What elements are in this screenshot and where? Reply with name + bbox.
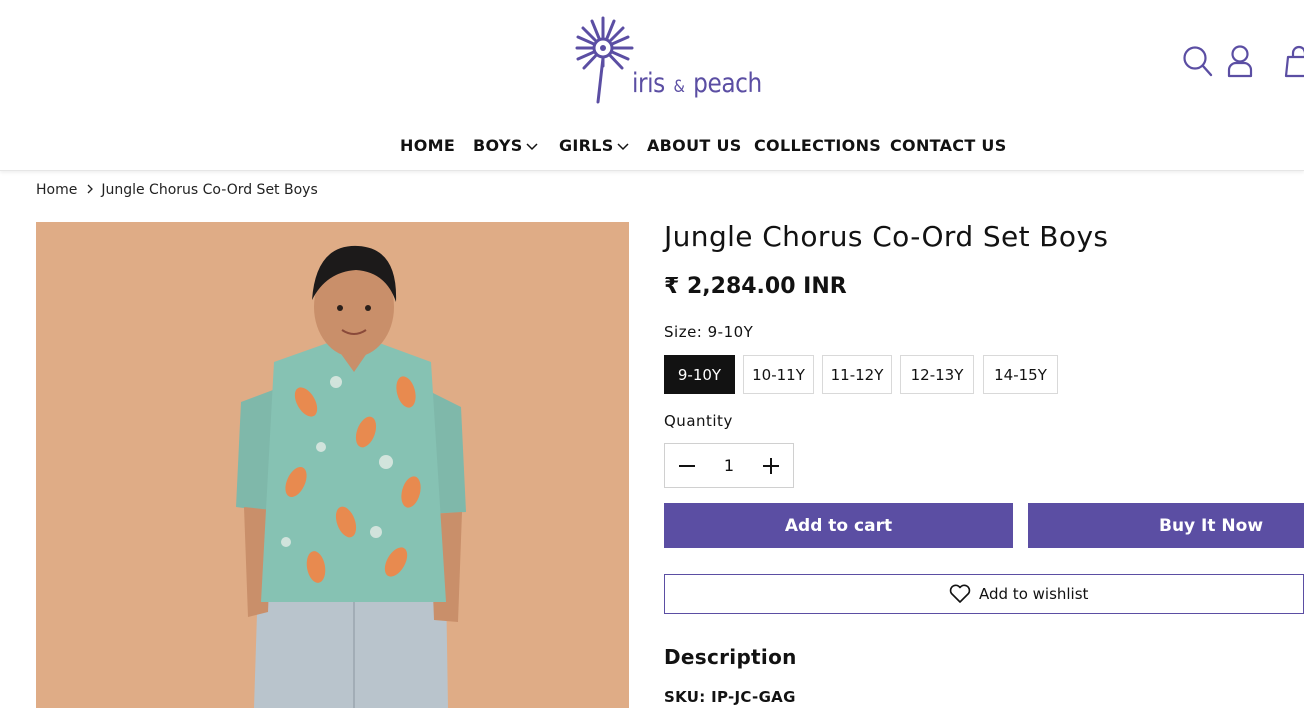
- size-option-11-12y[interactable]: 11-12Y: [822, 355, 892, 394]
- breadcrumb-current: Jungle Chorus Co-Ord Set Boys: [101, 182, 318, 198]
- chevron-right-icon: [87, 182, 94, 198]
- nav-item-label: BOYS: [473, 136, 523, 155]
- product-photo: [236, 245, 466, 708]
- quantity-stepper: 1: [664, 443, 794, 488]
- brand-word-iris: iris: [632, 68, 665, 99]
- nav-item-collections[interactable]: COLLECTIONS: [754, 136, 881, 155]
- minus-icon: [679, 464, 695, 467]
- brand-ampersand: &: [673, 77, 685, 97]
- nav-item-label: CONTACT US: [890, 136, 1007, 155]
- cart-icon[interactable]: [1284, 44, 1304, 82]
- sku-value: IP-JC-GAG: [711, 688, 796, 706]
- nav-item-label: GIRLS: [559, 136, 614, 155]
- product-price: ₹ 2,284.00 INR: [664, 274, 847, 299]
- chevron-down-icon: [526, 136, 538, 155]
- add-to-cart-button[interactable]: Add to cart: [664, 503, 1013, 548]
- selected-size-value: 9-10Y: [707, 323, 754, 341]
- search-icon[interactable]: [1182, 44, 1214, 82]
- plus-icon: [763, 457, 779, 474]
- nav-item-girls[interactable]: GIRLS: [559, 136, 629, 155]
- main-nav: HOME BOYS GIRLS ABOUT US COLLECTIONS CON…: [0, 136, 1304, 158]
- quantity-decrease-button[interactable]: [665, 444, 709, 487]
- size-label: Size: 9-10Y: [664, 323, 753, 341]
- sku-line: SKU: IP-JC-GAG: [664, 688, 796, 706]
- quantity-label: Quantity: [664, 412, 733, 430]
- size-option-9-10y[interactable]: 9-10Y: [664, 355, 735, 394]
- nav-item-label: HOME: [400, 136, 456, 155]
- brand-word-peach: peach: [693, 68, 762, 99]
- nav-item-contact-us[interactable]: CONTACT US: [890, 136, 1007, 155]
- quantity-input[interactable]: 1: [709, 444, 749, 487]
- brand-wordmark: iris & peach: [632, 68, 762, 99]
- quantity-increase-button[interactable]: [749, 444, 793, 487]
- heart-icon: [949, 584, 971, 604]
- product-title: Jungle Chorus Co-Ord Set Boys: [664, 220, 1109, 253]
- size-option-10-11y[interactable]: 10-11Y: [743, 355, 814, 394]
- description-heading: Description: [664, 645, 797, 669]
- breadcrumb-home-link[interactable]: Home: [36, 182, 77, 198]
- nav-item-about-us[interactable]: ABOUT US: [647, 136, 742, 155]
- nav-item-label: COLLECTIONS: [754, 136, 882, 155]
- wishlist-label: Add to wishlist: [979, 585, 1089, 603]
- breadcrumb: Home Jungle Chorus Co-Ord Set Boys: [36, 182, 318, 198]
- chevron-down-icon: [617, 136, 629, 155]
- buy-now-button[interactable]: Buy It Now: [1028, 503, 1304, 548]
- account-icon[interactable]: [1226, 44, 1254, 82]
- site-header: iris & peach HOME BOYS GIRLS ABOUT US CO…: [0, 0, 1304, 171]
- sku-label: SKU:: [664, 688, 706, 706]
- size-option-12-13y[interactable]: 12-13Y: [900, 355, 974, 394]
- size-label-text: Size:: [664, 323, 703, 341]
- nav-item-home[interactable]: HOME: [400, 136, 455, 155]
- add-to-wishlist-button[interactable]: Add to wishlist: [664, 574, 1304, 614]
- flower-logo-icon: [575, 16, 634, 104]
- brand-logo[interactable]: iris & peach: [568, 14, 762, 108]
- size-option-14-15y[interactable]: 14-15Y: [983, 355, 1058, 394]
- nav-item-boys[interactable]: BOYS: [473, 136, 538, 155]
- nav-item-label: ABOUT US: [647, 136, 742, 155]
- product-image[interactable]: [36, 222, 629, 708]
